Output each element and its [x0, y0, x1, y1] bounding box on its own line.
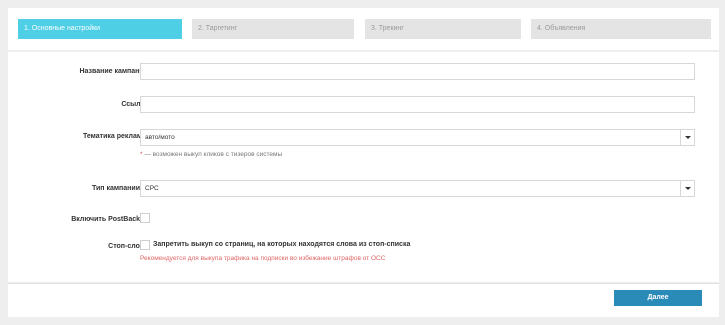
step-basic-settings[interactable]: 1. Основные настройки: [18, 19, 182, 39]
campaign-type-label-text: Тип кампании: [91, 185, 140, 192]
topic-hint-text: — возможен выкуп кликов с тизеров систем…: [142, 151, 283, 158]
stop-words-checkbox-label[interactable]: Запретить выкуп со страниц, на которых н…: [153, 241, 410, 248]
stop-words-label: Стоп-слова: [108, 243, 148, 250]
postback-label-text: Включить PostBack: [71, 216, 140, 223]
form-footer: Далее: [8, 283, 719, 317]
campaign-name-label: Название кампании: [79, 68, 148, 75]
campaign-form: Название кампании Ссылка Тематика реклам…: [8, 52, 719, 282]
stop-words-checkbox[interactable]: [140, 240, 150, 250]
link-label: Ссылка: [121, 101, 148, 108]
step-ads[interactable]: 4. Объявления: [531, 19, 711, 39]
campaign-type-select[interactable]: CPC: [140, 180, 695, 197]
next-button[interactable]: Далее: [614, 290, 702, 306]
campaign-name-input[interactable]: [140, 63, 695, 80]
topic-hint: * — возможен выкуп кликов с тизеров сист…: [140, 151, 282, 158]
campaign-type-label: Тип кампании?: [8, 185, 148, 192]
chevron-down-icon[interactable]: [680, 130, 694, 145]
postback-checkbox[interactable]: [140, 213, 150, 223]
postback-label: Включить PostBack?: [8, 216, 148, 223]
stop-words-warning: Рекомендуется для выкупа трафика на подп…: [140, 255, 386, 262]
chevron-down-icon[interactable]: [680, 181, 694, 196]
link-input[interactable]: [140, 96, 695, 113]
step-targeting[interactable]: 2. Таргетинг: [192, 19, 354, 39]
topic-select[interactable]: авто/мото: [140, 129, 695, 146]
topic-selected-value: авто/мото: [145, 134, 175, 141]
campaign-type-selected-value: CPC: [145, 185, 159, 192]
wizard-steps: 1. Основные настройки 2. Таргетинг 3. Тр…: [8, 8, 719, 50]
topic-label: Тематика рекламы: [82, 133, 148, 140]
step-tracking[interactable]: 3. Трекинг: [365, 19, 521, 39]
